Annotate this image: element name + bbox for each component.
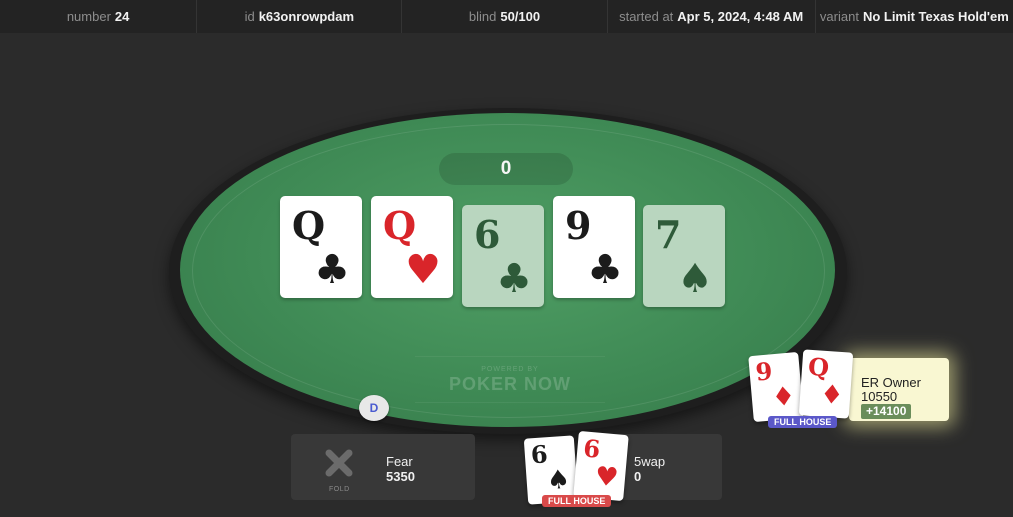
player-stack: 0 [634, 469, 642, 484]
start-time-value: Apr 5, 2024, 4:48 AM [677, 9, 804, 24]
hole-card: Q ♦ [798, 349, 854, 419]
winnings-badge: +14100 [861, 404, 912, 419]
club-suit-icon: ♣ [587, 247, 623, 293]
board-card: Q ♥ [371, 196, 453, 298]
card-rank: 6 [582, 433, 602, 464]
hand-number-value: 24 [114, 9, 130, 24]
hand-rank-badge: FULL HOUSE [542, 495, 612, 507]
card-rank: Q [292, 203, 326, 248]
card-rank: 7 [655, 212, 682, 257]
poker-now-logo: POWERED BY POKER NOW [415, 356, 605, 403]
player-stack: 10550 [861, 389, 898, 404]
spade-suit-icon: ♠ [545, 464, 572, 497]
powered-by-text: POWERED BY [481, 366, 539, 373]
card-rank: Q [807, 351, 831, 383]
player-name: 5wap [634, 454, 666, 469]
player-seat-fear[interactable]: FOLD Fear 5350 [291, 434, 475, 500]
variant-label: variant [819, 9, 859, 24]
variant-info: variant No Limit Texas Hold'em [816, 0, 1013, 33]
hole-card: 6 ♥ [573, 430, 629, 502]
dealer-button: D [359, 395, 389, 421]
hand-number: number 24 [0, 0, 198, 33]
hand-id-label: id [244, 9, 255, 24]
hand-id-value: k63onrowpdam [258, 9, 355, 24]
fold-status: FOLD [329, 486, 350, 493]
player-name: ER Owner [861, 375, 921, 390]
blind-value: 50/100 [500, 9, 541, 24]
player-stack: 5350 [386, 469, 415, 484]
blind-label: blind [468, 9, 497, 24]
card-rank: Q [383, 203, 417, 248]
card-rank: 9 [754, 356, 774, 387]
hand-id: id k63onrowpdam [197, 0, 403, 33]
spade-suit-icon: ♠ [677, 256, 713, 302]
card-rank: 6 [529, 439, 549, 470]
player-seat-er-owner[interactable]: ER Owner 10550 +14100 [849, 358, 949, 421]
player-name: Fear [386, 454, 413, 469]
hand-info-bar: number 24 id k63onrowpdam blind 50/100 s… [0, 0, 1013, 33]
pot-amount: 0 [439, 153, 573, 185]
start-time: started at Apr 5, 2024, 4:48 AM [608, 0, 816, 33]
heart-suit-icon: ♥ [405, 247, 441, 293]
heart-suit-icon: ♥ [593, 461, 620, 494]
board-card: 6 ♣ [462, 205, 544, 307]
variant-value: No Limit Texas Hold'em [862, 9, 1009, 24]
club-suit-icon: ♣ [496, 256, 532, 302]
board-card: Q ♣ [280, 196, 362, 298]
fold-x-icon [325, 449, 353, 477]
hole-card: 9 ♦ [748, 351, 804, 423]
start-time-label: started at [619, 9, 674, 24]
hand-rank-badge: FULL HOUSE [768, 416, 838, 428]
hand-number-label: number [66, 9, 111, 24]
board-card: 9 ♣ [553, 196, 635, 298]
brand-name: POKER NOW [448, 374, 571, 394]
club-suit-icon: ♣ [314, 247, 350, 293]
card-rank: 6 [474, 212, 501, 257]
diamond-suit-icon: ♦ [819, 379, 845, 412]
card-rank: 9 [565, 203, 592, 248]
blind-info: blind 50/100 [402, 0, 608, 33]
diamond-suit-icon: ♦ [770, 381, 797, 414]
board-card: 7 ♠ [643, 205, 725, 307]
